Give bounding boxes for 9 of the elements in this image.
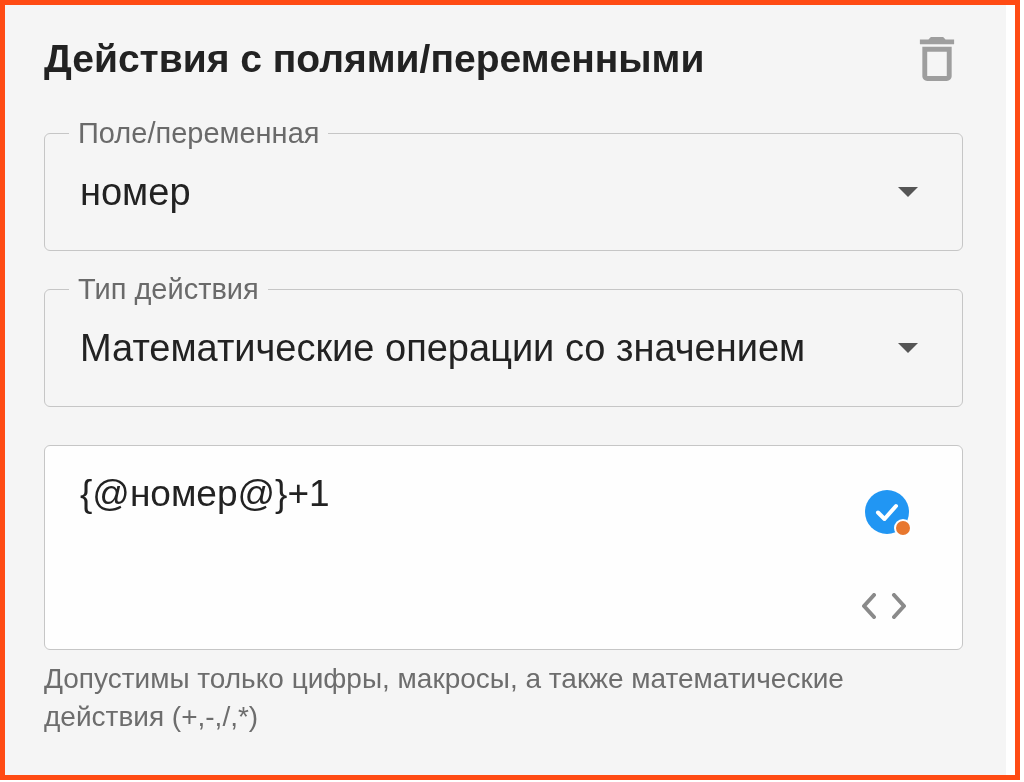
panel-title: Действия с полями/переменными [44,36,705,82]
helper-text: Допустимы только цифры, макросы, а также математические действия (+,-,/,*) [44,662,845,734]
trash-icon [919,37,955,81]
caret-icon [898,187,918,197]
check-badge-icon [865,490,913,538]
caret-icon [898,343,918,353]
code-icon[interactable] [862,593,906,619]
expression-field[interactable]: {@номер@}+1 [44,445,963,650]
delete-button[interactable] [919,37,955,81]
